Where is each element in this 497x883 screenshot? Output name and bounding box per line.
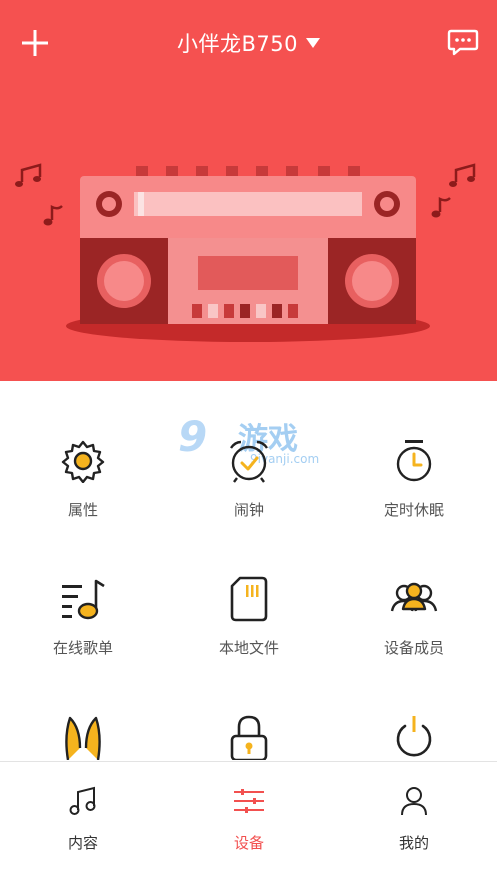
device-switcher[interactable]: 小伴龙B750 — [0, 28, 497, 58]
feature-device-members[interactable]: 设备成员 — [331, 575, 497, 658]
feature-alarm[interactable]: 闹钟 — [166, 437, 332, 520]
timer-icon — [390, 437, 438, 485]
chat-bubble-icon — [447, 29, 479, 56]
feature-grid: 属性 闹钟 定时休眠 在线歌单 本地文件 设备成员 — [0, 381, 497, 761]
sliders-icon — [232, 784, 266, 818]
lock-icon — [225, 713, 273, 761]
tab-content[interactable]: 内容 — [0, 762, 166, 883]
messages-button[interactable] — [447, 28, 479, 58]
radio-illustration — [15, 163, 476, 342]
feature-label: 属性 — [67, 501, 98, 519]
triangle-down-icon — [306, 38, 320, 48]
tab-label: 内容 — [67, 834, 98, 852]
feature-label: 设备成员 — [383, 639, 444, 657]
feature-online-playlist[interactable]: 在线歌单 — [0, 575, 166, 658]
sd-card-icon — [225, 575, 273, 623]
user-icon — [397, 784, 431, 818]
feature-label: 本地文件 — [218, 639, 279, 657]
feature-label: 定时休眠 — [383, 501, 444, 519]
hero-banner: 小伴龙B750 — [0, 0, 497, 381]
gear-icon — [59, 437, 107, 485]
device-title: 小伴龙B750 — [177, 32, 298, 56]
members-icon — [390, 575, 438, 623]
tab-label: 设备 — [233, 834, 264, 852]
playlist-icon — [59, 575, 107, 623]
tab-label: 我的 — [398, 834, 429, 852]
feature-sleep-timer[interactable]: 定时休眠 — [331, 437, 497, 520]
feature-local-files[interactable]: 本地文件 — [166, 575, 332, 658]
top-bar: 小伴龙B750 — [0, 0, 497, 86]
bunny-ears-icon — [59, 713, 107, 761]
music-note-icon — [66, 784, 100, 818]
feature-label: 在线歌单 — [52, 639, 113, 657]
power-icon — [390, 713, 438, 761]
feature-label: 闹钟 — [233, 501, 264, 519]
bottom-tab-bar: 内容 设备 我的 — [0, 761, 497, 883]
tab-mine[interactable]: 我的 — [331, 762, 497, 883]
tab-device[interactable]: 设备 — [166, 762, 332, 883]
feature-properties[interactable]: 属性 — [0, 437, 166, 520]
alarm-clock-icon — [225, 437, 273, 485]
